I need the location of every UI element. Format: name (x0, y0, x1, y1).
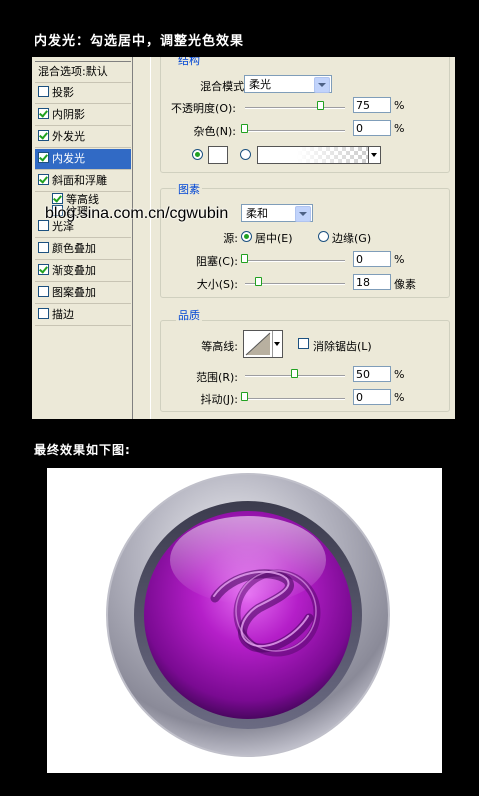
size-label: 大小(S): (196, 278, 238, 291)
contour-preview-icon (245, 332, 271, 356)
antialias-label: 消除锯齿(L) (313, 340, 372, 353)
blend-options-item[interactable]: 混合选项:默认 (35, 61, 131, 83)
result-canvas (47, 468, 442, 773)
style-item-4[interactable]: 斜面和浮雕 (35, 171, 131, 192)
style-item-checkbox[interactable] (52, 193, 63, 204)
style-item-checkbox[interactable] (38, 174, 49, 185)
jitter-input[interactable]: 0 (353, 389, 391, 405)
solid-color-radio[interactable] (192, 149, 203, 160)
style-item-label: 内发光 (52, 152, 85, 165)
style-item-checkbox[interactable] (38, 264, 49, 275)
style-item-label: 外发光 (52, 130, 85, 143)
range-label: 范围(R): (196, 371, 238, 384)
choke-percent: % (394, 253, 405, 266)
noise-slider-thumb[interactable] (241, 124, 248, 133)
style-item-10[interactable]: 图案叠加 (35, 283, 131, 304)
contour-dropdown[interactable] (272, 331, 282, 357)
style-item-checkbox[interactable] (38, 86, 49, 97)
source-label: 源: (223, 232, 238, 245)
noise-slider[interactable] (245, 130, 345, 132)
noise-input[interactable]: 0 (353, 120, 391, 136)
technique-select[interactable]: 柔和 (241, 204, 313, 222)
range-percent: % (394, 368, 405, 381)
style-item-1[interactable]: 内阴影 (35, 105, 131, 126)
result-heading: 最终效果如下图: (34, 443, 131, 457)
size-slider-thumb[interactable] (255, 277, 262, 286)
choke-label: 阻塞(C): (196, 255, 238, 268)
style-item-checkbox[interactable] (38, 286, 49, 297)
style-item-label: 斜面和浮雕 (52, 174, 107, 187)
choke-slider[interactable] (245, 260, 345, 262)
watermark-text: blog.sina.com.cn/cgwubin (45, 205, 229, 222)
chevron-down-icon (295, 206, 311, 222)
noise-label: 杂色(N): (193, 125, 236, 138)
style-item-0[interactable]: 投影 (35, 83, 131, 104)
tutorial-heading: 内发光：勾选居中，调整光色效果 (34, 34, 245, 49)
blend-mode-value: 柔光 (249, 78, 271, 91)
quality-title: 品质 (176, 307, 202, 323)
style-item-3[interactable]: 内发光 (35, 149, 131, 170)
style-item-label: 图案叠加 (52, 286, 96, 299)
panel-divider (150, 57, 157, 419)
style-item-label: 渐变叠加 (52, 264, 96, 277)
structure-title: 结构 (176, 57, 202, 68)
opacity-slider-thumb[interactable] (317, 101, 324, 110)
style-item-label: 内阴影 (52, 108, 85, 121)
range-input[interactable]: 50 (353, 366, 391, 382)
center-radio[interactable] (241, 231, 252, 242)
style-item-9[interactable]: 渐变叠加 (35, 261, 131, 282)
edge-radio[interactable] (318, 231, 329, 242)
style-item-checkbox[interactable] (38, 152, 49, 163)
glowing-button-image (106, 473, 390, 757)
noise-percent: % (394, 122, 405, 135)
choke-slider-thumb[interactable] (241, 254, 248, 263)
chevron-down-icon (314, 77, 330, 93)
style-item-label: 颜色叠加 (52, 242, 96, 255)
gradient-picker[interactable] (257, 146, 369, 164)
size-unit: 像素 (394, 278, 416, 291)
center-label: 居中(E) (255, 232, 293, 245)
style-item-8[interactable]: 颜色叠加 (35, 239, 131, 260)
edge-label: 边缘(G) (332, 232, 372, 245)
glow-color-swatch[interactable] (208, 146, 228, 164)
technique-value: 柔和 (246, 207, 268, 220)
style-item-checkbox[interactable] (38, 242, 49, 253)
opacity-label: 不透明度(O): (171, 102, 236, 115)
elements-title: 图素 (176, 181, 202, 197)
jitter-percent: % (394, 391, 405, 404)
antialias-checkbox[interactable] (298, 338, 309, 349)
jitter-slider-thumb[interactable] (241, 392, 248, 401)
style-item-label: 投影 (52, 86, 74, 99)
style-item-checkbox[interactable] (38, 308, 49, 319)
jitter-slider[interactable] (245, 398, 345, 400)
range-slider-thumb[interactable] (291, 369, 298, 378)
gradient-radio[interactable] (240, 149, 251, 160)
style-item-11[interactable]: 描边 (35, 305, 131, 326)
blend-mode-select[interactable]: 柔光 (244, 75, 332, 93)
style-item-checkbox[interactable] (38, 130, 49, 141)
style-item-label: 描边 (52, 308, 74, 321)
chevron-down-icon (371, 153, 377, 157)
contour-label: 等高线: (201, 340, 238, 353)
style-item-2[interactable]: 外发光 (35, 127, 131, 148)
gradient-dropdown[interactable] (368, 146, 381, 164)
opacity-slider[interactable] (245, 107, 345, 109)
jitter-label: 抖动(J): (200, 393, 238, 406)
opacity-percent: % (394, 99, 405, 112)
style-item-checkbox[interactable] (38, 108, 49, 119)
layer-style-dialog: 混合选项:默认 投影 内阴影 外发光 内发光 斜面和浮雕 等高线 纹理 光泽 颜色叠加 渐变叠加图… (32, 57, 455, 419)
contour-picker[interactable] (243, 330, 283, 358)
size-input[interactable]: 18 (353, 274, 391, 290)
style-list: 混合选项:默认 投影 内阴影 外发光 内发光 斜面和浮雕 等高线 纹理 光泽 颜色叠加 渐变叠加图… (32, 57, 133, 419)
chevron-down-icon (274, 342, 280, 346)
choke-input[interactable]: 0 (353, 251, 391, 267)
opacity-input[interactable]: 75 (353, 97, 391, 113)
blend-options-label: 混合选项:默认 (38, 65, 108, 78)
